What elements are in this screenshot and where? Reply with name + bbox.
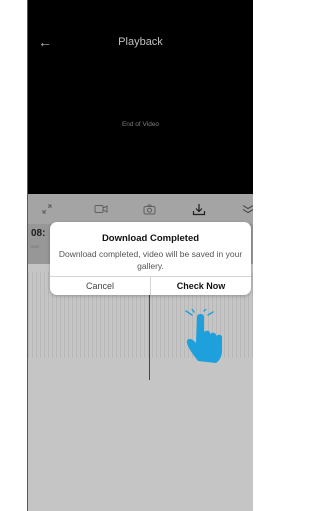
phone-screen: ← Playback End of Video 08: 0000 Downloa…	[27, 0, 253, 511]
cancel-button[interactable]: Cancel	[50, 277, 150, 295]
pointing-hand-icon	[183, 308, 229, 370]
check-now-button[interactable]: Check Now	[151, 277, 251, 295]
dialog-title: Download Completed	[101, 233, 200, 244]
dialog-message: Download completed, video will be saved …	[58, 249, 243, 271]
download-dialog: Download Completed Download completed, v…	[50, 222, 251, 295]
